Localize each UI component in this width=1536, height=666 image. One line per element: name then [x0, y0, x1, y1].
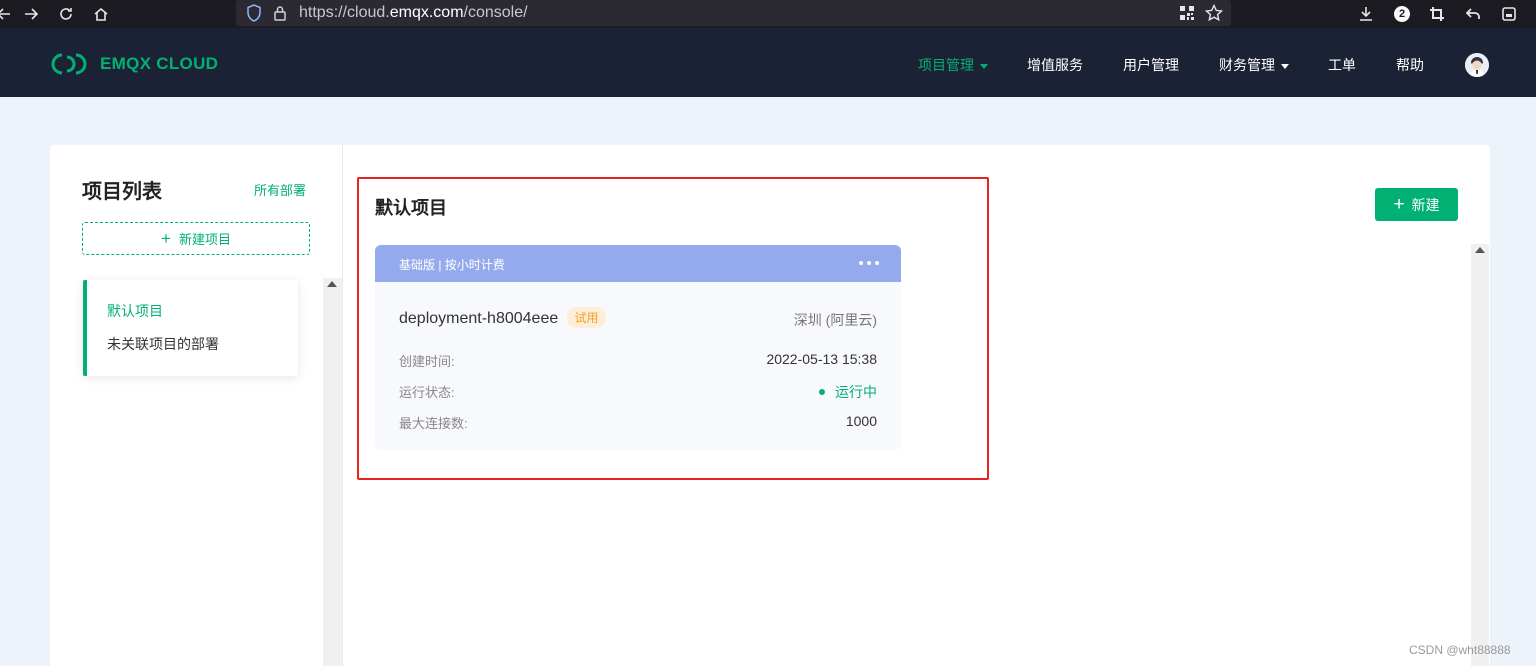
extension-icon[interactable] — [1498, 3, 1520, 25]
created-time-value: 2022-05-13 15:38 — [766, 351, 877, 367]
nav-label: 用户管理 — [1123, 57, 1179, 73]
new-project-button[interactable]: + 新建项目 — [82, 222, 310, 255]
project-list-title: 项目列表 — [82, 181, 162, 203]
deployment-card-header: 基础版 | 按小时计费 — [375, 245, 901, 282]
nav-tickets[interactable]: 工单 — [1328, 55, 1356, 75]
status-text: 运行中 — [835, 384, 877, 400]
reload-icon[interactable] — [54, 2, 78, 26]
nav-user-management[interactable]: 用户管理 — [1123, 55, 1179, 75]
nav-label: 帮助 — [1396, 57, 1424, 73]
home-icon[interactable] — [89, 2, 113, 26]
download-icon[interactable] — [1355, 3, 1377, 25]
nav-label: 财务管理 — [1219, 57, 1275, 73]
deployment-region: 深圳 (阿里云) — [793, 312, 877, 328]
nav-value-added-services[interactable]: 增值服务 — [1027, 55, 1083, 75]
browser-toolbar: https://cloud.emqx.com/console/ 2 — [0, 0, 1536, 28]
badge-count: 2 — [1394, 6, 1410, 22]
new-button-label: 新建 — [1411, 196, 1440, 213]
notification-badge-icon[interactable]: 2 — [1391, 3, 1413, 25]
more-options-icon[interactable] — [859, 256, 879, 270]
status-label: 运行状态: — [399, 385, 455, 400]
qr-code-icon[interactable] — [1177, 3, 1197, 23]
bookmark-star-icon[interactable] — [1204, 3, 1224, 23]
deployment-card[interactable]: 基础版 | 按小时计费 deployment-h8004eee 试用 深圳 (阿… — [375, 245, 901, 450]
caret-down-icon — [1281, 63, 1289, 69]
new-deployment-button[interactable]: + 新建 — [1375, 188, 1458, 221]
url-text: https://cloud.emqx.com/console/ — [299, 4, 528, 21]
project-list: 默认项目 未关联项目的部署 — [83, 280, 298, 376]
nav-label: 工单 — [1328, 57, 1356, 73]
status-value: 运行中 — [819, 382, 877, 402]
forward-icon[interactable] — [19, 2, 43, 26]
back-icon[interactable] — [0, 2, 16, 26]
plus-icon: + — [1393, 193, 1405, 215]
main-scrollbar[interactable] — [1471, 244, 1489, 666]
nav-project-management[interactable]: 项目管理 — [918, 55, 988, 75]
project-item-default[interactable]: 默认项目 — [107, 301, 163, 321]
status-dot-icon — [819, 389, 825, 395]
nav-finance-management[interactable]: 财务管理 — [1219, 55, 1289, 75]
sidebar-scrollbar[interactable] — [323, 278, 342, 666]
crop-icon[interactable] — [1426, 3, 1448, 25]
address-bar[interactable]: https://cloud.emqx.com/console/ — [236, 0, 1231, 26]
project-item-unassociated[interactable]: 未关联项目的部署 — [107, 334, 219, 354]
created-time-label: 创建时间: — [399, 354, 455, 369]
plan-label: 基础版 | 按小时计费 — [399, 258, 505, 272]
caret-down-icon — [980, 63, 988, 69]
emqx-logo-icon — [51, 53, 87, 75]
section-title: 默认项目 — [375, 198, 447, 218]
avatar-icon — [1465, 53, 1489, 77]
sidebar-divider — [342, 145, 343, 666]
plus-icon: + — [161, 228, 171, 248]
new-project-label: 新建项目 — [178, 232, 231, 247]
lock-icon[interactable] — [270, 3, 290, 23]
user-avatar[interactable] — [1465, 53, 1489, 77]
trial-badge: 试用 — [567, 307, 606, 328]
logo-text: EMQX CLOUD — [100, 54, 219, 73]
shield-icon[interactable] — [244, 3, 264, 23]
undo-icon[interactable] — [1462, 3, 1484, 25]
max-connections-value: 1000 — [845, 413, 877, 429]
deployment-name[interactable]: deployment-h8004eee — [399, 310, 558, 328]
max-connections-label: 最大连接数: — [399, 416, 468, 431]
scroll-up-arrow-icon[interactable] — [327, 281, 337, 287]
app-header: EMQX CLOUD 项目管理 增值服务 用户管理 财务管理 工单 帮助 — [0, 28, 1536, 97]
watermark: CSDN @wht88888 — [1409, 643, 1511, 657]
nav-label: 增值服务 — [1027, 57, 1083, 73]
nav-help[interactable]: 帮助 — [1396, 55, 1424, 75]
scroll-up-arrow-icon[interactable] — [1475, 247, 1485, 253]
all-deployments-link[interactable]: 所有部署 — [254, 180, 306, 199]
emqx-logo[interactable]: EMQX CLOUD — [50, 52, 218, 76]
nav-label: 项目管理 — [918, 57, 974, 73]
